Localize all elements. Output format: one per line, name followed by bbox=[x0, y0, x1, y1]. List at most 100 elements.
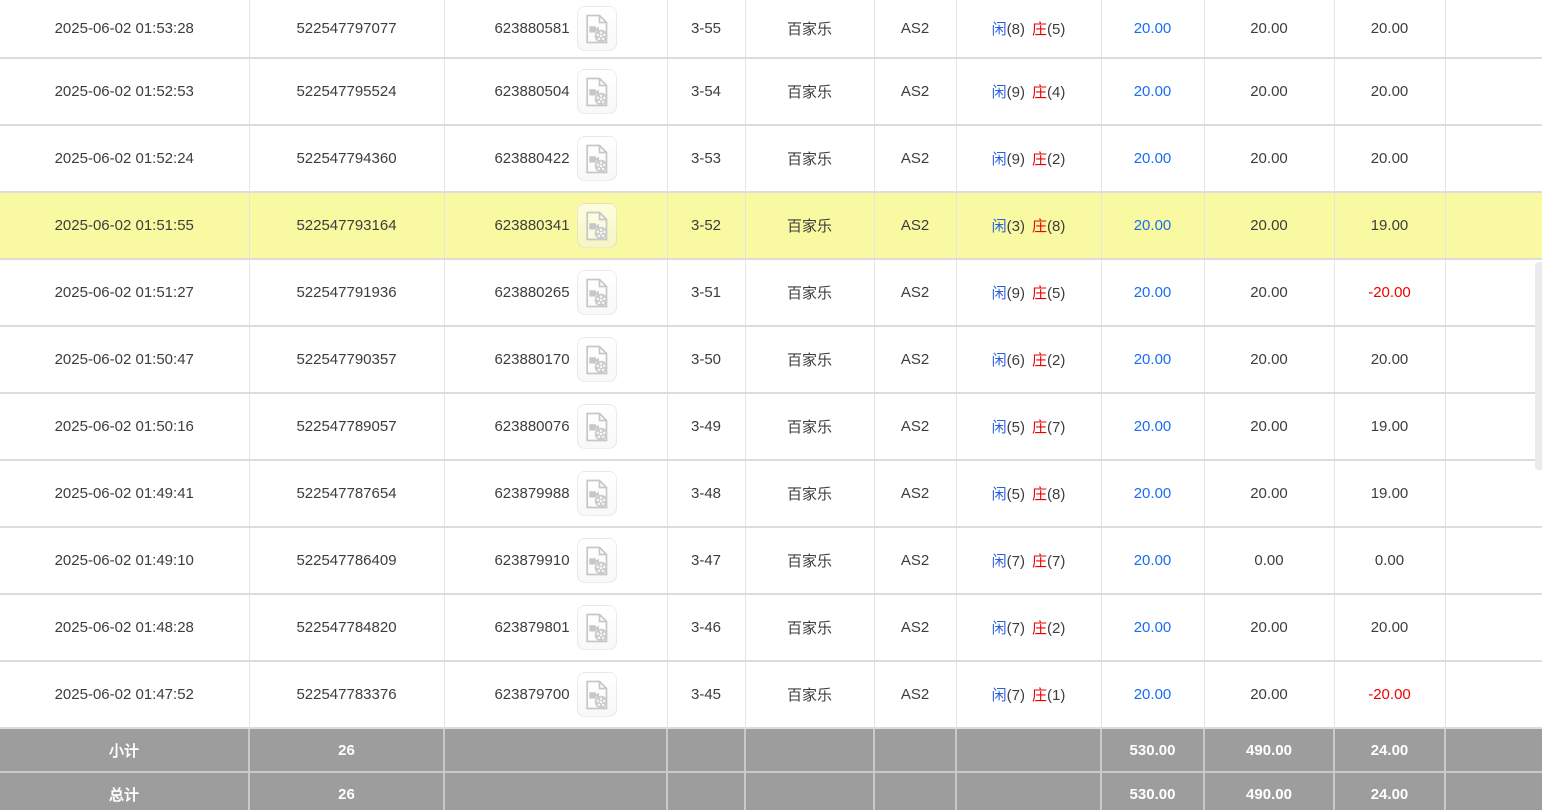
table-row[interactable]: 2025-06-02 01:48:28 522547784820 6238798… bbox=[0, 594, 1542, 661]
time-cell: 2025-06-02 01:51:55 bbox=[0, 192, 249, 259]
win-loss-cell: 20.00 bbox=[1334, 125, 1445, 192]
extra-cell bbox=[1445, 527, 1542, 594]
bet-number-cell: 522547797077 bbox=[249, 0, 444, 58]
table-row[interactable]: 2025-06-02 01:50:47 522547790357 6238801… bbox=[0, 326, 1542, 393]
total-empty-cell bbox=[956, 772, 1101, 810]
banker-result-label: 庄 bbox=[1032, 84, 1047, 101]
total-empty-cell bbox=[745, 772, 874, 810]
subtotal-empty-cell bbox=[745, 728, 874, 772]
banker-result-score: (2) bbox=[1047, 352, 1065, 369]
table-name-cell: AS2 bbox=[874, 326, 956, 393]
table-row[interactable]: 2025-06-02 01:50:16 522547789057 6238800… bbox=[0, 393, 1542, 460]
round-cell: 3-53 bbox=[667, 125, 745, 192]
table-name-cell: AS2 bbox=[874, 393, 956, 460]
bet-amount-link[interactable]: 20.00 bbox=[1134, 284, 1172, 301]
bet-amount-link[interactable]: 20.00 bbox=[1134, 150, 1172, 167]
summary-row-total: 总计 26 530.00 490.00 24.00 bbox=[0, 772, 1542, 810]
video-replay-button[interactable] bbox=[577, 337, 617, 382]
extra-cell bbox=[1445, 326, 1542, 393]
bet-amount-link[interactable]: 20.00 bbox=[1134, 619, 1172, 636]
video-replay-button[interactable] bbox=[577, 270, 617, 315]
video-replay-button[interactable] bbox=[577, 404, 617, 449]
bet-amount-link[interactable]: 20.00 bbox=[1134, 418, 1172, 435]
video-file-icon bbox=[584, 680, 610, 710]
result-cell: 闲(3)庄(8) bbox=[956, 192, 1101, 259]
bet-number-cell: 522547784820 bbox=[249, 594, 444, 661]
game-number-value: 623880504 bbox=[494, 83, 569, 100]
total-count: 26 bbox=[249, 772, 444, 810]
round-cell: 3-47 bbox=[667, 527, 745, 594]
result-cell: 闲(9)庄(2) bbox=[956, 125, 1101, 192]
total-empty-cell bbox=[444, 772, 667, 810]
game-number-cell: 623880341 bbox=[444, 192, 667, 259]
bet-amount-link[interactable]: 20.00 bbox=[1134, 485, 1172, 502]
table-row[interactable]: 2025-06-02 01:49:10 522547786409 6238799… bbox=[0, 527, 1542, 594]
player-result-label: 闲 bbox=[992, 687, 1007, 704]
extra-cell bbox=[1445, 125, 1542, 192]
player-result-label: 闲 bbox=[992, 21, 1007, 38]
bet-amount-link[interactable]: 20.00 bbox=[1134, 20, 1172, 37]
video-replay-button[interactable] bbox=[577, 538, 617, 583]
game-number-value: 623879700 bbox=[494, 686, 569, 703]
bet-number-cell: 522547786409 bbox=[249, 527, 444, 594]
video-file-icon bbox=[584, 479, 610, 509]
bet-number-cell: 522547789057 bbox=[249, 393, 444, 460]
table-row[interactable]: 2025-06-02 01:52:24 522547794360 6238804… bbox=[0, 125, 1542, 192]
player-result-label: 闲 bbox=[992, 84, 1007, 101]
banker-result-score: (5) bbox=[1047, 285, 1065, 302]
extra-cell bbox=[1445, 661, 1542, 728]
bet-amount-link[interactable]: 20.00 bbox=[1134, 552, 1172, 569]
table-name-cell: AS2 bbox=[874, 0, 956, 58]
table-row[interactable]: 2025-06-02 01:49:41 522547787654 6238799… bbox=[0, 460, 1542, 527]
video-file-icon bbox=[584, 546, 610, 576]
video-replay-button[interactable] bbox=[577, 605, 617, 650]
table-row[interactable]: 2025-06-02 01:52:53 522547795524 6238805… bbox=[0, 58, 1542, 125]
player-result-score: (7) bbox=[1007, 687, 1025, 704]
bet-number-cell: 522547794360 bbox=[249, 125, 444, 192]
video-replay-button[interactable] bbox=[577, 471, 617, 516]
player-result-score: (9) bbox=[1007, 84, 1025, 101]
result-cell: 闲(9)庄(5) bbox=[956, 259, 1101, 326]
video-replay-button[interactable] bbox=[577, 69, 617, 114]
time-cell: 2025-06-02 01:49:10 bbox=[0, 527, 249, 594]
scrollbar-thumb[interactable] bbox=[1535, 262, 1542, 470]
valid-amount-cell: 20.00 bbox=[1204, 460, 1334, 527]
win-loss-cell: 20.00 bbox=[1334, 0, 1445, 58]
bet-amount-cell: 20.00 bbox=[1101, 326, 1204, 393]
bet-amount-cell: 20.00 bbox=[1101, 661, 1204, 728]
game-number-cell: 623880581 bbox=[444, 0, 667, 58]
video-replay-button[interactable] bbox=[577, 203, 617, 248]
bet-number-cell: 522547787654 bbox=[249, 460, 444, 527]
valid-amount-cell: 20.00 bbox=[1204, 393, 1334, 460]
banker-result-score: (1) bbox=[1047, 687, 1065, 704]
subtotal-empty-cell bbox=[1445, 728, 1542, 772]
subtotal-label: 小计 bbox=[0, 728, 249, 772]
table-row[interactable]: 2025-06-02 01:51:55 522547793164 6238803… bbox=[0, 192, 1542, 259]
video-file-icon bbox=[584, 77, 610, 107]
bet-amount-cell: 20.00 bbox=[1101, 58, 1204, 125]
video-file-icon bbox=[584, 14, 610, 44]
game-type-cell: 百家乐 bbox=[745, 393, 874, 460]
total-valid-total: 490.00 bbox=[1204, 772, 1334, 810]
video-replay-button[interactable] bbox=[577, 136, 617, 181]
bet-amount-link[interactable]: 20.00 bbox=[1134, 686, 1172, 703]
table-row[interactable]: 2025-06-02 01:53:28 522547797077 6238805… bbox=[0, 0, 1542, 58]
round-cell: 3-54 bbox=[667, 58, 745, 125]
bet-amount-link[interactable]: 20.00 bbox=[1134, 83, 1172, 100]
win-loss-cell: 0.00 bbox=[1334, 527, 1445, 594]
win-loss-cell: 20.00 bbox=[1334, 58, 1445, 125]
table-row[interactable]: 2025-06-02 01:51:27 522547791936 6238802… bbox=[0, 259, 1542, 326]
game-type-cell: 百家乐 bbox=[745, 326, 874, 393]
game-number-cell: 623879988 bbox=[444, 460, 667, 527]
video-replay-button[interactable] bbox=[577, 672, 617, 717]
video-replay-button[interactable] bbox=[577, 6, 617, 51]
valid-amount-cell: 20.00 bbox=[1204, 0, 1334, 58]
table-row[interactable]: 2025-06-02 01:47:52 522547783376 6238797… bbox=[0, 661, 1542, 728]
table-name-cell: AS2 bbox=[874, 259, 956, 326]
bet-amount-cell: 20.00 bbox=[1101, 125, 1204, 192]
bet-amount-link[interactable]: 20.00 bbox=[1134, 351, 1172, 368]
extra-cell bbox=[1445, 259, 1542, 326]
subtotal-empty-cell bbox=[874, 728, 956, 772]
bet-amount-link[interactable]: 20.00 bbox=[1134, 217, 1172, 234]
banker-result-label: 庄 bbox=[1032, 21, 1047, 38]
